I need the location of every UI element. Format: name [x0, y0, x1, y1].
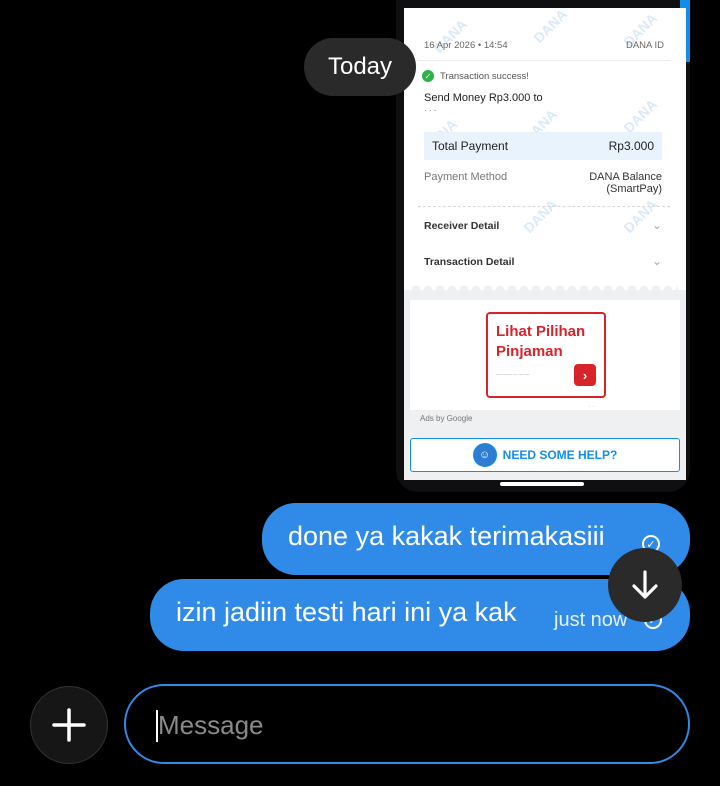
ad-title-line2: Pinjaman [496, 343, 563, 360]
payment-method-value-line1: DANA Balance [589, 171, 662, 183]
redacted-number: · · · [424, 106, 437, 112]
payment-method-value-line2: (SmartPay) [606, 183, 662, 195]
chevron-down-icon: ⌄ [651, 254, 662, 268]
dana-id-label: DANA ID [625, 40, 664, 51]
receipt-card: DANA DANA DANA DANA DANA DANA DANA DANA … [410, 6, 678, 290]
message-text: izin jadiin testi hari ini ya kak [176, 597, 517, 627]
success-check-icon: ✓ [422, 70, 434, 82]
scroll-to-bottom-button[interactable] [608, 548, 682, 622]
loan-ad-card: Lihat Pilihan Pinjaman — — — — — — › [486, 312, 606, 398]
message-text: done ya kakak terimakasiii [288, 521, 605, 551]
need-help-button: ☺ NEED SOME HELP? [410, 438, 680, 472]
chevron-down-icon: ⌄ [651, 218, 662, 232]
receipt-zigzag-edge [410, 282, 678, 290]
total-label: Total Payment [432, 139, 509, 153]
ad-title: Lihat Pilihan Pinjaman [496, 322, 585, 362]
support-avatar-icon: ☺ [472, 443, 497, 467]
receipt-page: DANA DANA DANA DANA DANA DANA DANA DANA … [404, 6, 686, 480]
receipt-header: 16 Apr 2026 • 14:54 DANA ID [424, 40, 664, 51]
chevron-right-icon: › [574, 364, 596, 386]
ad-fine-print: — — — — — — [496, 372, 530, 377]
transaction-detail-label: Transaction Detail [424, 256, 515, 268]
ad-title-line1: Lihat Pilihan [496, 323, 586, 340]
receiver-detail-row: Receiver Detail ⌄ [424, 218, 662, 232]
receiver-detail-label: Receiver Detail [424, 220, 500, 232]
divider [418, 60, 670, 61]
ad-small-text: · · [588, 404, 594, 410]
payment-method-row: Payment Method DANA Balance (SmartPay) [424, 171, 662, 195]
send-money-line: Send Money Rp3.000 to [424, 92, 543, 104]
total-value: Rp3.000 [608, 139, 654, 153]
receipt-footer-area: Lihat Pilihan Pinjaman — — — — — — › · ·… [404, 290, 686, 480]
need-help-label: NEED SOME HELP? [502, 448, 618, 462]
transaction-detail-row: Transaction Detail ⌄ [424, 254, 662, 268]
divider [418, 206, 670, 207]
shared-receipt-image[interactable]: DANA DANA DANA DANA DANA DANA DANA DANA … [396, 0, 690, 492]
ads-by-google: Ads by Google [420, 414, 473, 423]
arrow-down-icon [632, 570, 658, 599]
total-payment-row: Total Payment Rp3.000 [424, 132, 662, 160]
message-time: just now [554, 609, 628, 631]
payment-method-label: Payment Method [424, 171, 508, 183]
plus-icon [52, 708, 86, 742]
message-input-container[interactable] [124, 684, 690, 764]
status-row: ✓ Transaction success! [422, 70, 529, 82]
attach-button[interactable] [30, 686, 108, 764]
message-input[interactable] [156, 686, 660, 764]
watermark: DANA [620, 96, 661, 136]
status-text: Transaction success! [440, 70, 529, 82]
date-divider: Today [304, 38, 416, 96]
ad-banner: Lihat Pilihan Pinjaman — — — — — — › · ·… [410, 300, 680, 423]
payment-method-value: DANA Balance (SmartPay) [589, 171, 662, 195]
transaction-date: 16 Apr 2026 • 14:54 [424, 40, 508, 51]
home-indicator [500, 482, 584, 486]
